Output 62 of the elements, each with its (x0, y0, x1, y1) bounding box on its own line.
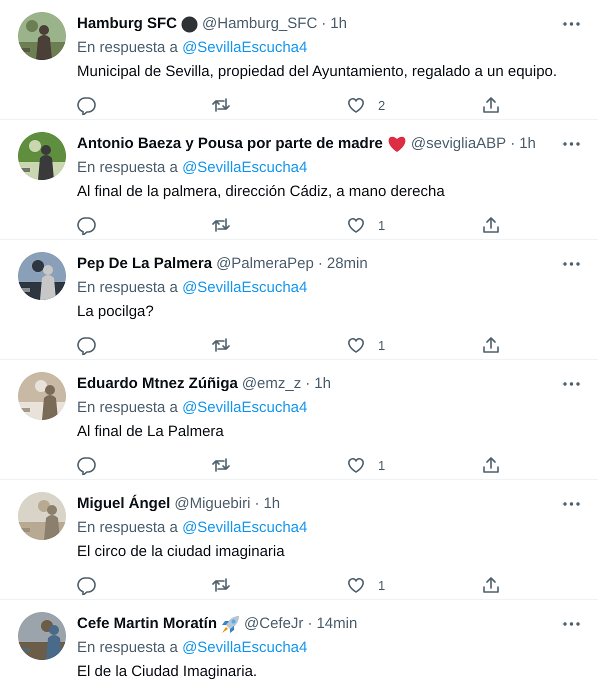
separator-dot: · (321, 14, 326, 34)
timestamp[interactable]: 1h (519, 134, 536, 154)
tweet-text: Municipal de Sevilla, propiedad del Ayuntamiento, regalado a un equipo. (77, 62, 558, 82)
like-count: 1 (378, 458, 386, 473)
reply-context: En respuesta a (77, 39, 178, 56)
like-icon[interactable] (347, 96, 366, 115)
separator-dot: · (510, 134, 516, 154)
separator-dot: · (307, 614, 312, 634)
tweet-text: El de la Ciudad Imaginaria. (77, 662, 258, 682)
tweet-text: La pocilga? (77, 302, 155, 322)
timestamp[interactable]: 14min (316, 614, 358, 634)
reply-context: En respuesta a (77, 639, 178, 656)
like-count: 1 (378, 218, 386, 233)
user-name[interactable]: Cefe Martin Moratín (77, 614, 218, 634)
share-icon[interactable] (482, 576, 501, 595)
like-count: 2 (378, 98, 386, 113)
reply-context: En respuesta a (77, 399, 178, 416)
reply-icon[interactable] (77, 456, 96, 475)
user-handle[interactable]: @PalmeraPep (216, 254, 314, 274)
tweet-text: Al final de la palmera, dirección Cádiz, a mano derecha (77, 182, 446, 202)
like-count: 1 (378, 578, 386, 593)
timestamp[interactable]: 1h (263, 494, 280, 514)
user-handle[interactable]: @sevigliaABP (410, 134, 506, 154)
user-handle[interactable]: @Miguebiri (174, 494, 250, 514)
user-handle[interactable]: @emz_z (242, 374, 302, 394)
more-icon[interactable] (561, 142, 582, 146)
user-handle[interactable]: @CefeJr (244, 614, 304, 634)
more-icon[interactable] (561, 22, 582, 26)
share-icon[interactable] (482, 96, 501, 115)
more-icon[interactable] (561, 262, 582, 266)
reply-icon[interactable] (77, 96, 96, 115)
user-name[interactable]: Eduardo Mtnez Zúñiga (77, 374, 238, 394)
like-icon[interactable] (347, 216, 366, 235)
more-icon[interactable] (561, 502, 582, 506)
timestamp[interactable]: 28min (326, 254, 368, 274)
share-icon[interactable] (482, 456, 501, 475)
user-name[interactable]: Miguel Ángel (77, 494, 170, 514)
reply-context: En respuesta a (77, 519, 178, 536)
user-name[interactable]: Antonio Baeza y Pousa por parte de madre (77, 134, 383, 154)
tweet-text: Al final de La Palmera (77, 422, 225, 442)
more-icon[interactable] (561, 622, 582, 626)
tweet-text: El circo de la ciudad imaginaria (77, 542, 286, 562)
separator-dot: · (254, 494, 260, 514)
reply-context: En respuesta a (77, 279, 178, 296)
separator-dot: · (305, 374, 310, 394)
share-icon[interactable] (482, 216, 501, 235)
reply-icon[interactable] (77, 336, 96, 355)
timestamp[interactable]: 1h (314, 374, 331, 394)
like-icon[interactable] (347, 576, 366, 595)
like-count: 1 (378, 338, 386, 353)
share-icon[interactable] (482, 336, 501, 355)
user-name[interactable]: Pep De La Palmera (77, 254, 212, 274)
like-icon[interactable] (347, 456, 366, 475)
separator-dot: · (318, 254, 323, 274)
reply-context: En respuesta a (77, 159, 178, 176)
reply-icon[interactable] (77, 216, 96, 235)
timestamp[interactable]: 1h (330, 14, 347, 34)
user-handle[interactable]: @Hamburg_SFC (202, 14, 318, 34)
more-icon[interactable] (561, 382, 582, 386)
like-icon[interactable] (347, 336, 366, 355)
user-name[interactable]: Hamburg SFC (77, 14, 178, 34)
reply-icon[interactable] (77, 576, 96, 595)
